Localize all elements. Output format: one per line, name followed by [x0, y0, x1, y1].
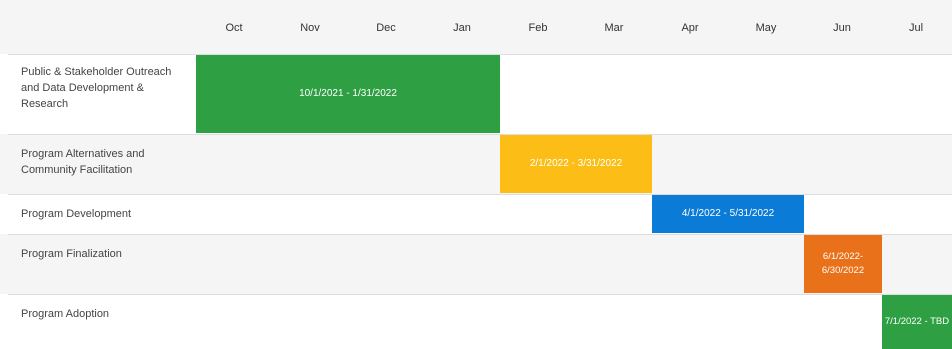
task-label: Program Finalization: [21, 248, 122, 260]
task-label: Public & Stakeholder Outreach and Data D…: [21, 66, 172, 110]
task-label: Program Development: [21, 208, 132, 220]
task-label: Program Alternatives and Community Facil…: [21, 148, 145, 176]
row-divider: [8, 294, 952, 295]
month-header: Oct: [225, 22, 243, 34]
task-bar: 6/1/2022- 6/30/2022: [804, 235, 882, 293]
task-bar: 7/1/2022 - TBD: [882, 295, 952, 349]
month-header: Jul: [908, 22, 924, 34]
month-header: Dec: [376, 22, 396, 34]
month-header: Nov: [300, 22, 320, 34]
row-divider: [8, 134, 952, 135]
gantt-chart: Oct Nov Dec Jan Feb Mar Apr May Jun Jul …: [0, 0, 952, 349]
task-bar: 10/1/2021 - 1/31/2022: [196, 55, 500, 133]
month-header: May: [755, 22, 777, 34]
month-header: Feb: [528, 22, 548, 34]
month-header: Jan: [453, 22, 471, 34]
task-label: Program Adoption: [21, 308, 110, 320]
row-divider: [8, 194, 952, 195]
month-header: Apr: [681, 22, 699, 34]
month-header: Mar: [604, 22, 624, 34]
task-bar: 4/1/2022 - 5/31/2022: [652, 195, 804, 233]
month-header: Jun: [833, 22, 851, 34]
task-bar: 2/1/2022 - 3/31/2022: [500, 135, 652, 193]
